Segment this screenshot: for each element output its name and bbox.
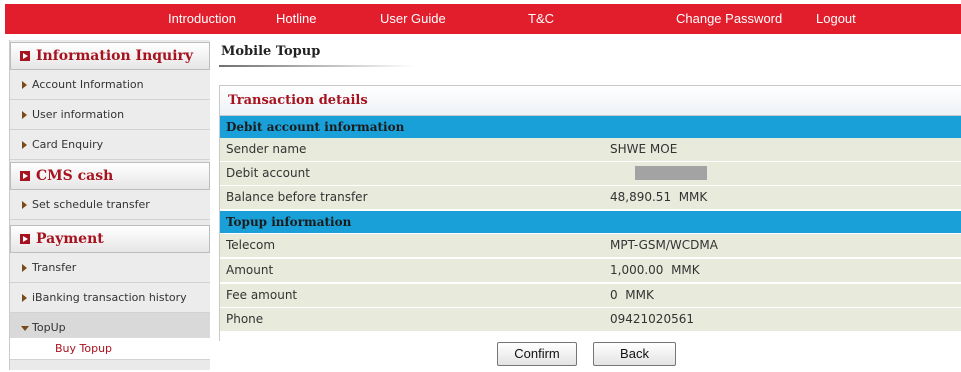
sidebar-item-set-schedule-transfer[interactable]: Set schedule transfer (10, 190, 210, 220)
nav-logout[interactable]: Logout (816, 4, 856, 34)
section-title: Debit account information (226, 120, 405, 134)
detail-row-debit-account: Debit account (220, 162, 961, 186)
section-title: Payment (36, 231, 104, 247)
row-label: Debit account (226, 166, 310, 180)
transaction-details-panel: Transaction details Debit account inform… (219, 85, 961, 341)
nav-user-guide[interactable]: User Guide (380, 4, 446, 34)
page-title: Mobile Topup (221, 44, 321, 59)
section-arrow-icon (20, 51, 30, 61)
section-arrow-icon (20, 234, 30, 244)
sidebar-item-label: Transfer (32, 261, 77, 274)
caret-right-icon (22, 264, 27, 272)
row-value: SHWE MOE (610, 142, 678, 156)
back-button[interactable]: Back (593, 342, 676, 366)
redacted-account-block (635, 166, 707, 180)
sidebar-item-transfer[interactable]: Transfer (10, 253, 210, 283)
nav-hotline[interactable]: Hotline (276, 4, 316, 34)
sidebar-item-label: User information (32, 108, 125, 121)
caret-right-icon (22, 141, 27, 149)
caret-right-icon (22, 201, 27, 209)
panel-header: Transaction details (220, 85, 961, 116)
detail-row-fee-amount: Fee amount 0 MMK (220, 284, 961, 308)
sidebar-item-label: Account Information (32, 78, 144, 91)
sidebar-item-card-enquiry[interactable]: Card Enquiry (10, 130, 210, 160)
row-label: Amount (226, 263, 274, 277)
row-value: 48,890.51 MMK (610, 190, 708, 204)
caret-right-icon (22, 294, 27, 302)
row-value: 1,000.00 MMK (610, 263, 700, 277)
caret-right-icon (22, 81, 27, 89)
section-title: Information Inquiry (36, 48, 194, 64)
confirm-button[interactable]: Confirm (497, 342, 577, 366)
debit-section-header: Debit account information (220, 116, 961, 138)
sidebar: Information Inquiry Account Information … (9, 40, 210, 370)
row-label: Phone (226, 312, 264, 326)
row-label: Telecom (226, 238, 276, 252)
sidebar-item-user-information[interactable]: User information (10, 100, 210, 130)
sidebar-item-label: Set schedule transfer (32, 198, 150, 211)
sidebar-item-label: iBanking transaction history (32, 291, 187, 304)
caret-right-icon (22, 111, 27, 119)
sidebar-item-label: Card Enquiry (32, 138, 104, 151)
row-value: 09421020561 (610, 312, 694, 326)
top-navigation-bar: Introduction Hotline User Guide T&C Chan… (5, 4, 961, 34)
row-label: Balance before transfer (226, 190, 368, 204)
sidebar-subitem-label: Buy Topup (55, 342, 113, 355)
nav-change-password[interactable]: Change Password (676, 4, 782, 34)
row-label: Fee amount (226, 288, 298, 302)
topup-section-header: Topup information (220, 211, 961, 233)
detail-row-balance: Balance before transfer 48,890.51 MMK (220, 186, 961, 210)
detail-row-phone: Phone 09421020561 (220, 308, 961, 332)
row-label: Sender name (226, 142, 307, 156)
section-arrow-icon (20, 171, 30, 181)
detail-row-sender-name: Sender name SHWE MOE (220, 138, 961, 162)
caret-down-icon (21, 326, 29, 331)
detail-row-amount: Amount 1,000.00 MMK (220, 259, 961, 283)
sidebar-section-cms-cash-management[interactable]: CMS cash management (10, 162, 210, 211)
sidebar-section-information-inquiry[interactable]: Information Inquiry (10, 42, 210, 70)
nav-introduction[interactable]: Introduction (168, 4, 236, 34)
row-value: 0 MMK (610, 288, 654, 302)
sidebar-section-payment[interactable]: Payment (10, 225, 210, 253)
detail-row-telecom: Telecom MPT-GSM/WCDMA (220, 234, 961, 258)
section-title: Topup information (226, 215, 352, 229)
panel-title: Transaction details (228, 93, 368, 108)
sidebar-item-account-information[interactable]: Account Information (10, 70, 210, 100)
title-underline (219, 65, 415, 67)
nav-terms[interactable]: T&C (528, 4, 554, 34)
sidebar-subitem-buy-topup[interactable]: Buy Topup (10, 338, 210, 360)
sidebar-item-ibanking-history[interactable]: iBanking transaction history (10, 283, 210, 313)
row-value: MPT-GSM/WCDMA (610, 238, 718, 252)
